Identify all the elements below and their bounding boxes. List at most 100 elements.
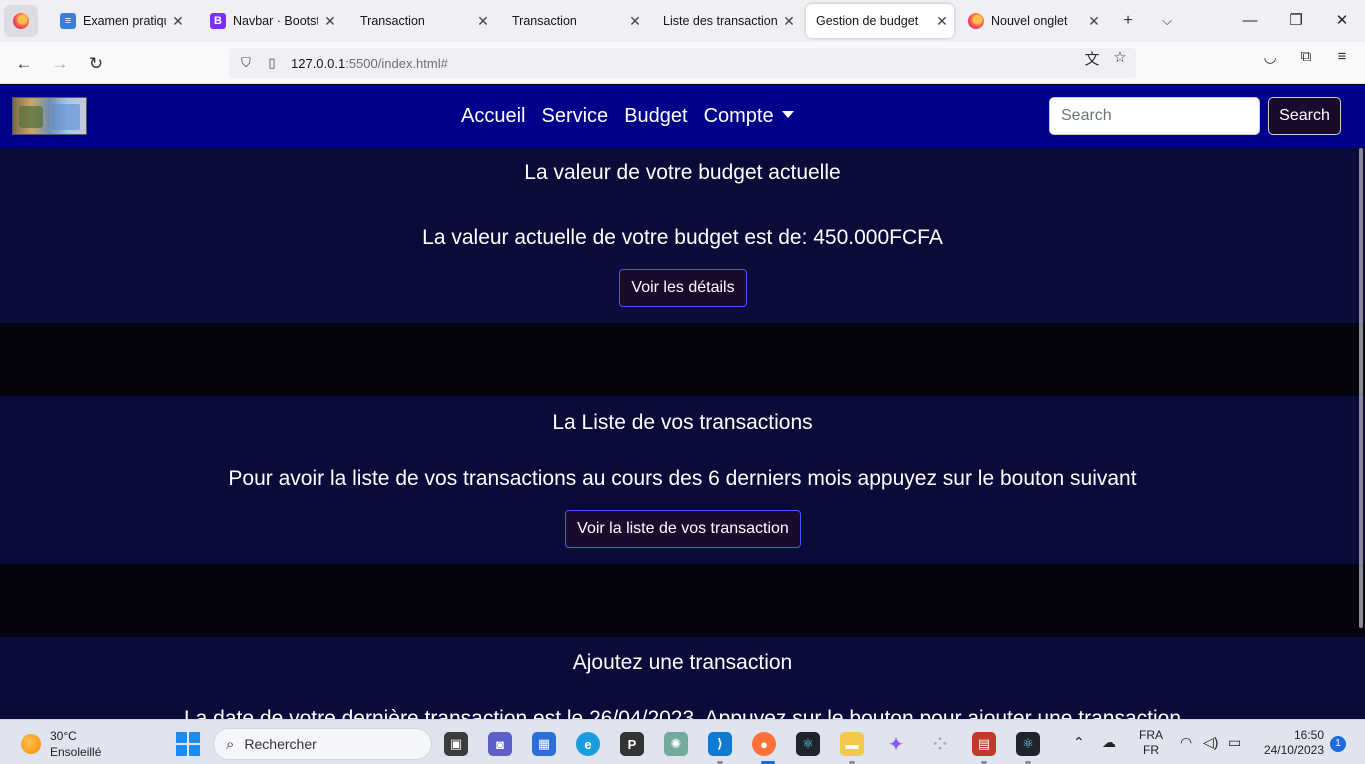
chat-icon[interactable]: ◙ bbox=[488, 732, 512, 756]
page-icon[interactable]: ▯ bbox=[263, 55, 281, 71]
weather-description[interactable]: Ensoleillé bbox=[50, 745, 101, 759]
site-navbar: Accueil Service Budget Compte Search bbox=[0, 85, 1365, 148]
notification-badge[interactable]: 1 bbox=[1330, 736, 1346, 752]
windows-taskbar: 30°C Ensoleillé ⌕ Rechercher ▣ ◙ ▦ e P ✺… bbox=[0, 719, 1365, 764]
forward-arrow-icon[interactable]: → bbox=[46, 50, 74, 78]
budget-value-text: La valeur actuelle de votre budget est d… bbox=[422, 226, 943, 249]
banknote-logo[interactable] bbox=[12, 97, 87, 135]
main-menu: Accueil Service Budget Compte bbox=[461, 105, 810, 128]
list-section-text: Pour avoir la liste de vos transactions … bbox=[228, 467, 1137, 490]
translate-icon[interactable]: 文 bbox=[1082, 48, 1102, 69]
nav-link-accueil[interactable]: Accueil bbox=[461, 105, 525, 128]
close-icon[interactable]: ✕ bbox=[623, 13, 647, 30]
docs-icon: ≡ bbox=[60, 13, 76, 29]
tab-gestion-budget[interactable]: Gestion de budget ✕ bbox=[806, 4, 954, 38]
window-close-icon[interactable]: ✕ bbox=[1319, 0, 1365, 42]
taskbar-search-box[interactable]: ⌕ Rechercher bbox=[213, 728, 432, 760]
store-icon[interactable]: ▦ bbox=[532, 732, 556, 756]
tab-nouvel-onglet[interactable]: Nouvel onglet ✕ bbox=[958, 4, 1106, 38]
taskbar-search-label: Rechercher bbox=[244, 736, 317, 752]
close-icon[interactable]: ✕ bbox=[777, 13, 801, 30]
shield-icon[interactable]: ⛉ bbox=[237, 55, 255, 71]
tab-transaction-2[interactable]: Transaction ✕ bbox=[502, 4, 647, 38]
firefox-view-button[interactable] bbox=[4, 5, 38, 37]
clock[interactable]: 16:50 24/10/2023 bbox=[1258, 728, 1324, 758]
nav-link-budget[interactable]: Budget bbox=[624, 105, 687, 128]
dots-icon[interactable]: ⁘ bbox=[928, 732, 952, 756]
restore-icon[interactable]: ❐ bbox=[1273, 0, 1319, 42]
chatgpt-icon[interactable]: ✺ bbox=[664, 732, 688, 756]
firefox-icon bbox=[968, 13, 984, 29]
tab-title: Nouvel onglet bbox=[991, 14, 1068, 28]
file-explorer-icon[interactable]: ▬ bbox=[840, 732, 864, 756]
browser-navigation-bar: ← → ↻ ⛉ ▯ 127.0.0.1:5500/index.html# 文 ☆… bbox=[0, 42, 1365, 84]
volume-icon[interactable]: ◁) bbox=[1203, 734, 1218, 751]
list-section-title: La Liste de vos transactions bbox=[552, 411, 813, 434]
tab-title: Transaction bbox=[512, 14, 577, 28]
lang-bottom: FR bbox=[1143, 743, 1159, 757]
weather-temperature[interactable]: 30°C bbox=[50, 729, 77, 743]
react-app-icon[interactable]: ⚛ bbox=[1016, 732, 1040, 756]
bookmark-star-icon[interactable]: ☆ bbox=[1110, 48, 1130, 66]
cloud-off-icon[interactable]: ☁ bbox=[1102, 734, 1116, 751]
windows-start-icon[interactable] bbox=[176, 732, 200, 756]
edge-icon[interactable]: e bbox=[576, 732, 600, 756]
web-page: Accueil Service Budget Compte Search La … bbox=[0, 85, 1365, 719]
new-tab-icon[interactable]: + bbox=[1116, 9, 1140, 33]
browser-tab-bar: ≡ Examen pratique · ✕ B Navbar · Bootstr… bbox=[0, 0, 1365, 42]
voir-details-button[interactable]: Voir les détails bbox=[619, 269, 747, 307]
search-input[interactable] bbox=[1049, 97, 1260, 135]
search-icon: ⌕ bbox=[226, 735, 235, 753]
url-text[interactable]: 127.0.0.1:5500/index.html# bbox=[291, 56, 448, 71]
bootstrap-icon: B bbox=[210, 13, 226, 29]
sun-icon[interactable] bbox=[21, 734, 41, 754]
firefox-icon bbox=[13, 13, 29, 29]
search-button[interactable]: Search bbox=[1268, 97, 1341, 135]
brick-app-icon[interactable]: ▤ bbox=[972, 732, 996, 756]
task-view-icon[interactable]: ▣ bbox=[444, 732, 468, 756]
caret-down-icon bbox=[781, 111, 794, 118]
tab-title: Examen pratique · bbox=[83, 14, 166, 28]
battery-icon[interactable]: ▭ bbox=[1228, 734, 1241, 751]
tab-examen[interactable]: ≡ Examen pratique · ✕ bbox=[50, 4, 190, 38]
hamburger-menu-icon[interactable]: ≡ bbox=[1332, 48, 1352, 65]
add-section-title: Ajoutez une transaction bbox=[572, 651, 793, 674]
page-scrollbar[interactable] bbox=[1359, 148, 1363, 628]
tab-transaction-1[interactable]: Transaction ✕ bbox=[350, 4, 495, 38]
transactions-list-section: La Liste de vos transactions Pour avoir … bbox=[0, 396, 1365, 564]
tab-title: Navbar · Bootstrap bbox=[233, 14, 318, 28]
nav-link-service[interactable]: Service bbox=[541, 105, 608, 128]
firefox-taskbar-icon[interactable]: ● bbox=[752, 732, 776, 756]
add-section-text: La date de votre dernière transaction es… bbox=[183, 707, 1181, 719]
address-bar[interactable]: ⛉ ▯ 127.0.0.1:5500/index.html# bbox=[229, 48, 1136, 78]
close-icon[interactable]: ✕ bbox=[166, 13, 190, 30]
list-tabs-icon[interactable]: ⌵ bbox=[1155, 9, 1179, 33]
tab-liste-transactions[interactable]: Liste des transactions ✕ bbox=[653, 4, 801, 38]
close-icon[interactable]: ✕ bbox=[1082, 13, 1106, 30]
add-transaction-section: Ajoutez une transaction La date de votre… bbox=[0, 637, 1365, 719]
terminal-icon[interactable]: P bbox=[620, 732, 644, 756]
chevron-up-icon[interactable]: ⌃ bbox=[1073, 734, 1085, 751]
minimize-icon[interactable]: — bbox=[1227, 0, 1273, 42]
react-icon[interactable]: ⚛ bbox=[796, 732, 820, 756]
tab-title: Liste des transactions bbox=[663, 14, 777, 28]
close-icon[interactable]: ✕ bbox=[318, 13, 342, 30]
vscode-icon[interactable]: ⟩ bbox=[708, 732, 732, 756]
tab-navbar-bootstrap[interactable]: B Navbar · Bootstrap ✕ bbox=[200, 4, 342, 38]
tab-title: Gestion de budget bbox=[816, 14, 919, 28]
language-indicator[interactable]: FRA FR bbox=[1139, 728, 1163, 758]
budget-section-title: La valeur de votre budget actuelle bbox=[524, 161, 841, 184]
reload-icon[interactable]: ↻ bbox=[82, 50, 110, 78]
close-icon[interactable]: ✕ bbox=[930, 13, 954, 30]
back-arrow-icon[interactable]: ← bbox=[10, 50, 38, 78]
copilot-icon[interactable]: ✦ bbox=[884, 732, 908, 756]
clock-time: 16:50 bbox=[1293, 728, 1324, 742]
close-icon[interactable]: ✕ bbox=[471, 13, 495, 30]
voir-liste-button[interactable]: Voir la liste de vos transaction bbox=[565, 510, 801, 548]
wifi-icon[interactable]: ◠ bbox=[1180, 734, 1192, 751]
nav-dropdown-compte[interactable]: Compte bbox=[704, 105, 794, 128]
pocket-icon[interactable]: ◡ bbox=[1260, 48, 1280, 66]
dropdown-label: Compte bbox=[703, 105, 774, 127]
lang-top: FRA bbox=[1139, 728, 1163, 742]
extensions-icon[interactable]: ⧉ bbox=[1296, 48, 1316, 65]
